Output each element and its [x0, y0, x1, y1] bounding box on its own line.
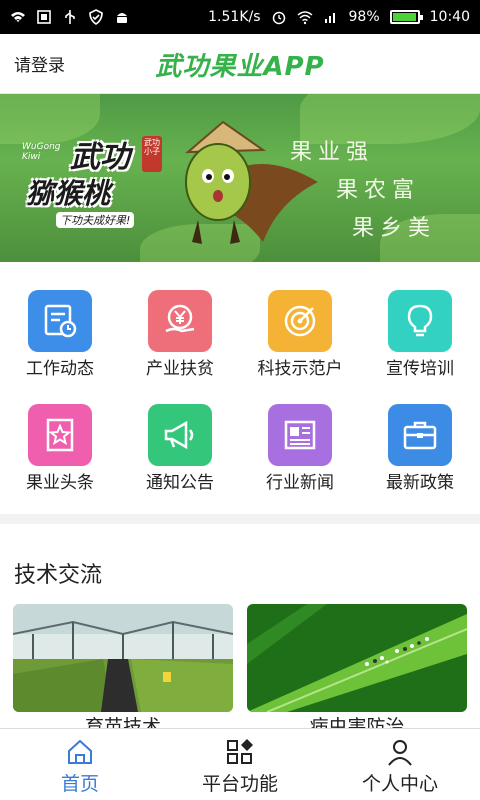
leaf-pests-image [247, 604, 467, 712]
nav-label: 个人中心 [361, 773, 438, 795]
nav-label: 平台功能 [201, 773, 278, 795]
nav-home[interactable]: 首页 [0, 729, 160, 800]
newspaper-icon [284, 420, 316, 450]
wifi-icon [11, 12, 25, 22]
banner-brand-english: WuGong Kiwi [22, 142, 61, 162]
banner-slogan: 下功夫成好果! [56, 212, 135, 228]
feature-icon-box [148, 404, 212, 466]
feature-notices[interactable]: 通知公告 [120, 404, 240, 520]
feature-label: 科技示范户 [257, 359, 343, 379]
banner[interactable]: WuGong Kiwi 武功 武功小子 猕猴桃 下功夫成好果! 果业强 果农富 … [0, 94, 480, 262]
feature-grid: 工作动态 产业扶贫 科技示范户 宣传培训 果业头条 通知公告 行业新闻 最新政策 [0, 262, 480, 514]
feature-policies[interactable]: 最新政策 [360, 404, 480, 520]
card-label: 病虫害防治 [309, 716, 405, 728]
banner-line: 果农富 [336, 178, 421, 203]
status-bar: 1.51K/s 98% 10:40 [0, 0, 480, 34]
bottom-nav: 首页 平台功能 个人中心 [0, 728, 480, 800]
banner-line: 果业强 [290, 140, 375, 165]
battery-icon [389, 10, 423, 24]
feature-label: 果业头条 [26, 473, 94, 493]
alarm-icon [272, 11, 285, 25]
network-speed: 1.51K/s [208, 9, 261, 25]
feature-poverty-relief[interactable]: 产业扶贫 [120, 290, 240, 406]
banner-brand: WuGong Kiwi 武功 武功小子 猕猴桃 下功夫成好果! [22, 132, 172, 228]
star-badge-icon [46, 418, 74, 452]
banner-brand-tag: 武功小子 [142, 136, 162, 172]
nav-platform[interactable]: 平台功能 [160, 729, 320, 800]
feature-work-news[interactable]: 工作动态 [0, 290, 120, 406]
feature-label: 最新政策 [386, 473, 454, 493]
megaphone-icon [164, 420, 194, 450]
feature-icon-box [268, 290, 332, 352]
shield-icon [89, 9, 103, 25]
wifi-signal-icon [297, 11, 312, 25]
battery-percent: 98% [348, 9, 380, 25]
card-seedling-tech[interactable] [13, 604, 233, 712]
card-label: 育苗技术 [84, 716, 161, 728]
target-icon [284, 305, 316, 337]
person-icon [388, 740, 412, 766]
nav-profile[interactable]: 个人中心 [320, 729, 480, 800]
yuan-hand-icon [165, 304, 195, 333]
feature-label: 产业扶贫 [146, 359, 214, 379]
feature-label: 工作动态 [26, 359, 94, 379]
status-bar-left [10, 9, 130, 25]
feature-headlines[interactable]: 果业头条 [0, 404, 120, 520]
feature-icon-box [148, 290, 212, 352]
feature-icon-box [388, 404, 452, 466]
briefcase-icon [403, 421, 437, 450]
clock: 10:40 [429, 9, 470, 25]
status-bar-right: 1.51K/s 98% 10:40 [208, 9, 470, 25]
banner-brand-line2: 猕猴桃 [26, 177, 111, 210]
feature-label: 宣传培训 [386, 359, 454, 379]
lightbulb-icon [407, 304, 433, 337]
app-title: 武功果业APP [155, 52, 325, 82]
feature-tech-demo[interactable]: 科技示范户 [240, 290, 360, 406]
feature-icon-box [268, 404, 332, 466]
screenshot-icon [37, 10, 51, 24]
feature-training[interactable]: 宣传培训 [360, 290, 480, 406]
feature-industry-news[interactable]: 行业新闻 [240, 404, 360, 520]
calendar-icon [44, 304, 77, 338]
title-bar: 请登录 武功果业APP [0, 34, 480, 94]
home-icon [68, 739, 92, 764]
kiwi-mascot-icon [185, 120, 318, 244]
grid-icon [227, 739, 253, 764]
nav-label: 首页 [60, 773, 99, 795]
feature-icon-box [28, 290, 92, 352]
banner-brand-line1: 武功 [70, 140, 130, 175]
battery-fill [392, 13, 417, 21]
feature-icon-box [388, 290, 452, 352]
android-icon [117, 13, 127, 23]
section-divider [0, 514, 480, 524]
feature-label: 通知公告 [146, 473, 214, 493]
section-title: 技术交流 [14, 563, 103, 588]
cell-signal-icon [324, 13, 335, 23]
card-pest-control[interactable] [247, 604, 467, 712]
banner-line: 果乡美 [352, 216, 437, 241]
greenhouse-seedlings-image [13, 604, 233, 712]
usb-icon [65, 10, 75, 24]
feature-label: 行业新闻 [266, 473, 334, 493]
feature-icon-box [28, 404, 92, 466]
